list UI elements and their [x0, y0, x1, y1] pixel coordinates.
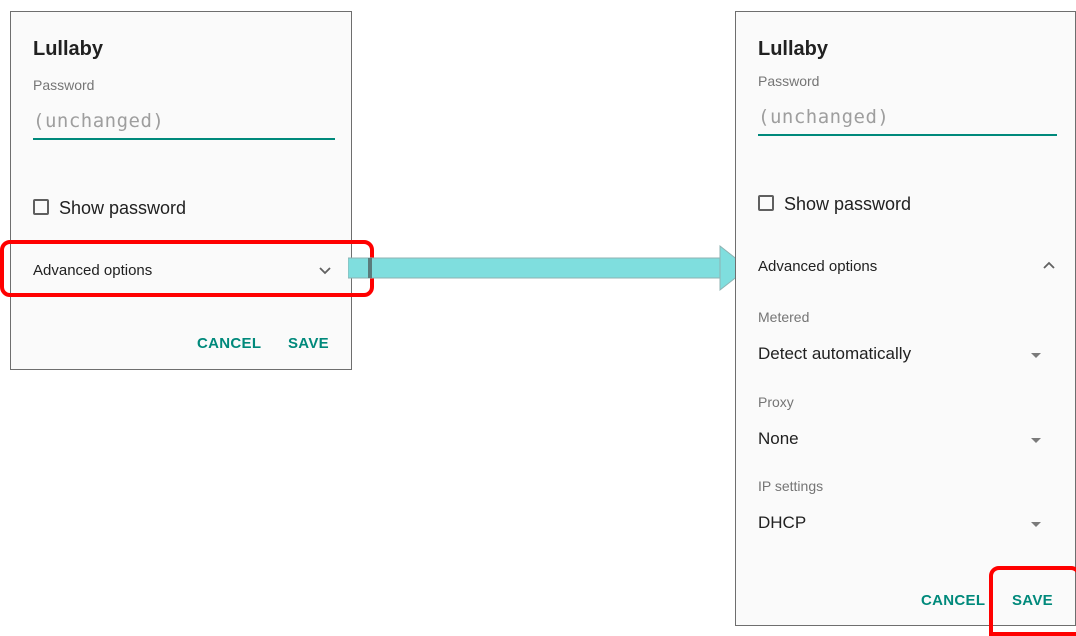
save-button[interactable]: SAVE: [288, 335, 329, 352]
show-password-checkbox[interactable]: [758, 195, 774, 211]
show-password-label[interactable]: Show password: [59, 198, 186, 219]
password-input[interactable]: (unchanged): [33, 110, 164, 132]
proxy-value: None: [758, 429, 799, 448]
advanced-options-label: Advanced options: [758, 258, 878, 275]
password-input[interactable]: (unchanged): [758, 106, 889, 128]
show-password-checkbox[interactable]: [33, 199, 49, 215]
caret-down-icon: [1031, 522, 1041, 527]
password-underline: [33, 138, 335, 140]
cancel-button[interactable]: CANCEL: [197, 335, 261, 352]
password-label: Password: [758, 73, 820, 89]
metered-label: Metered: [758, 309, 810, 325]
password-underline: [758, 134, 1057, 136]
ip-settings-value: DHCP: [758, 513, 807, 532]
chevron-up-icon: [1043, 261, 1055, 269]
advanced-options-highlight: [0, 240, 374, 297]
network-title: Lullaby: [758, 38, 829, 60]
right-wifi-dialog: Lullaby Password (unchanged) Show passwo…: [735, 11, 1076, 626]
save-button-highlight: [989, 566, 1076, 636]
ip-settings-dropdown[interactable]: DHCP: [736, 505, 1075, 541]
ip-settings-label: IP settings: [758, 478, 824, 494]
proxy-dropdown[interactable]: None: [736, 421, 1075, 457]
password-label: Password: [33, 77, 95, 93]
cancel-button[interactable]: CANCEL: [921, 592, 985, 609]
left-wifi-dialog: Lullaby Password (unchanged) Show passwo…: [10, 11, 352, 370]
arrow-right-icon: [348, 244, 749, 292]
proxy-label: Proxy: [758, 394, 794, 410]
caret-down-icon: [1031, 353, 1041, 358]
caret-down-icon: [1031, 438, 1041, 443]
metered-value: Detect automatically: [758, 344, 912, 363]
advanced-options-row[interactable]: Advanced options: [736, 244, 1075, 290]
show-password-label[interactable]: Show password: [784, 194, 911, 215]
metered-dropdown[interactable]: Detect automatically: [736, 336, 1075, 372]
network-title: Lullaby: [33, 38, 104, 60]
